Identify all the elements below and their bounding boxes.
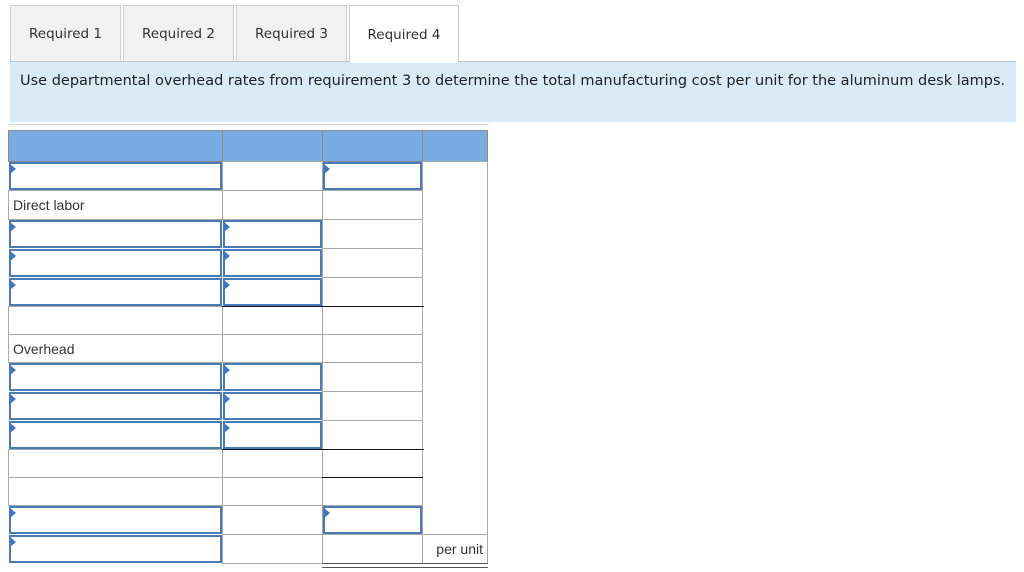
amount-cell — [222, 334, 323, 363]
row-label-input[interactable] — [9, 421, 222, 449]
row-label-cell — [8, 449, 223, 478]
amount-input[interactable] — [223, 278, 322, 306]
total-input[interactable] — [323, 506, 422, 534]
amount-input[interactable] — [223, 392, 322, 420]
table-header-cell — [222, 130, 323, 162]
total-cell — [322, 534, 423, 564]
per-unit-label: per unit — [422, 534, 488, 564]
row-label-input[interactable] — [9, 220, 222, 248]
amount-cell — [222, 161, 323, 191]
row-label-input[interactable] — [9, 363, 222, 391]
table-header-cell — [322, 130, 423, 162]
subtotal-underline — [322, 477, 423, 478]
row-label-cell — [8, 477, 223, 506]
row-label-input[interactable] — [9, 535, 222, 563]
row-label-input[interactable] — [9, 392, 222, 420]
tab-required-4[interactable]: Required 4 — [349, 5, 459, 63]
section-divider — [9, 124, 489, 125]
total-double-underline — [322, 563, 488, 568]
instruction-text: Use departmental overhead rates from req… — [10, 62, 1016, 122]
amount-cell — [222, 306, 323, 335]
row-label-input[interactable] — [9, 249, 222, 277]
total-cell — [322, 362, 423, 392]
total-cell — [322, 449, 423, 478]
amount-cell — [222, 190, 323, 220]
row-label-overhead: Overhead — [8, 334, 223, 363]
row-label-cell — [8, 306, 223, 335]
total-cell — [322, 190, 423, 220]
amount-cell — [222, 505, 323, 535]
total-cell — [322, 306, 423, 335]
total-cell — [322, 420, 423, 450]
amount-cell — [222, 534, 323, 564]
amount-input[interactable] — [223, 249, 322, 277]
subtotal-underline — [222, 306, 424, 307]
amount-input[interactable] — [223, 421, 322, 449]
table-header-cell — [8, 130, 223, 162]
total-input[interactable] — [323, 162, 422, 190]
tab-required-2[interactable]: Required 2 — [123, 5, 234, 62]
total-cell — [322, 248, 423, 278]
subtotal-underline — [222, 449, 424, 450]
row-label-input[interactable] — [9, 278, 222, 306]
tab-required-3[interactable]: Required 3 — [236, 5, 347, 62]
total-cell — [322, 477, 423, 506]
total-cell — [322, 334, 423, 363]
amount-input[interactable] — [223, 363, 322, 391]
amount-cell — [222, 477, 323, 506]
tab-required-1[interactable]: Required 1 — [10, 5, 121, 62]
amount-cell — [222, 449, 323, 478]
requirement-tabs: Required 1 Required 2 Required 3 Require… — [10, 5, 461, 63]
total-cell — [322, 391, 423, 421]
amount-input[interactable] — [223, 220, 322, 248]
total-cell — [322, 277, 423, 307]
row-label-direct-labor: Direct labor — [8, 190, 223, 220]
table-spacer-cell — [422, 161, 488, 535]
row-label-input[interactable] — [9, 506, 222, 534]
total-cell — [322, 219, 423, 249]
table-header-cell — [422, 130, 488, 162]
row-label-input[interactable] — [9, 162, 222, 190]
